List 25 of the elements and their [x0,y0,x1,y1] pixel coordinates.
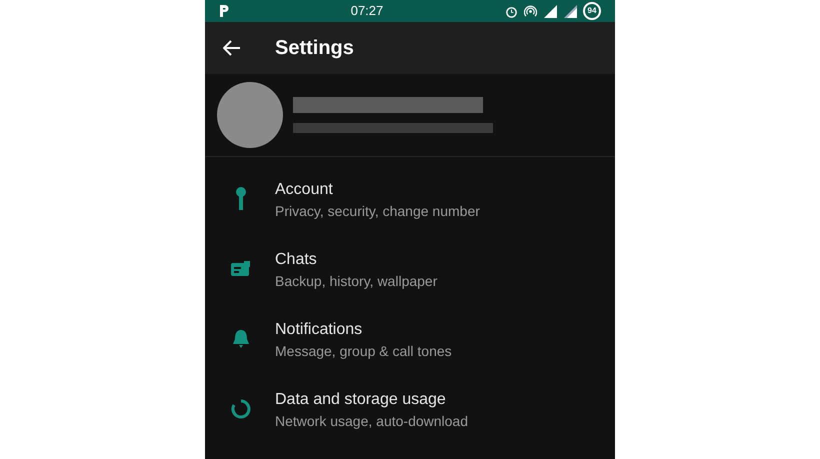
settings-item-subtitle: Privacy, security, change number [275,202,480,221]
settings-item[interactable]: Account Privacy, security, change number [205,179,615,249]
hotspot-icon [524,4,537,18]
key-icon [235,187,247,211]
cellular-signal-icon [563,4,577,18]
settings-item[interactable]: Chats Backup, history, wallpaper [205,249,615,319]
clock-time: 07:27 [350,2,384,20]
settings-item[interactable]: Data and storage usage Network usage, auto-download [205,389,615,459]
settings-item-title: Data and storage usage [275,390,447,410]
chat-icon [231,261,251,277]
alarm-icon [505,4,518,18]
settings-item-subtitle: Message, group & call tones [275,342,452,361]
settings-item-title: Chats [275,250,318,270]
screen-title: Settings [275,36,354,61]
data-usage-icon [231,399,251,419]
bell-icon [232,329,250,349]
settings-item-title: Notifications [275,320,364,340]
settings-item-subtitle: Network usage, auto-download [275,412,468,431]
battery-level: 94 [583,2,601,20]
settings-item-title: Account [275,180,334,200]
cellular-signal-icon [543,4,557,18]
back-arrow-icon[interactable] [223,40,241,56]
settings-item[interactable]: Notifications Message, group & call tones [205,319,615,389]
notification-icon [219,4,229,18]
settings-item-subtitle: Backup, history, wallpaper [275,272,438,291]
